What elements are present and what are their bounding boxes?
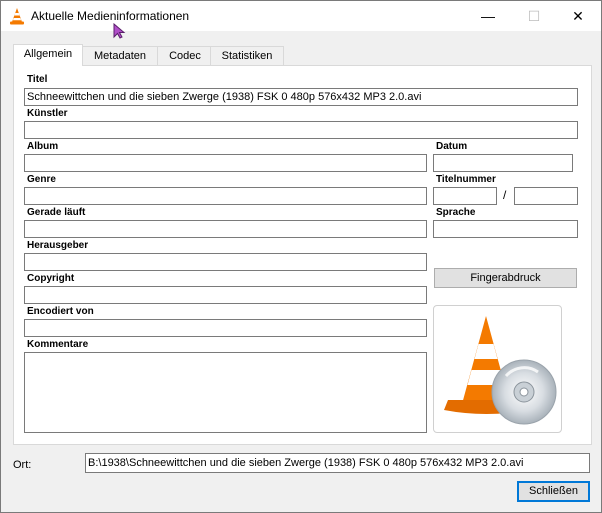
tab-codec-label: Codec [169,50,201,62]
album-label: Album [27,141,59,152]
encodiert-von-label: Encodiert von [27,306,94,317]
kommentare-label: Kommentare [27,339,89,350]
titelnummer-total-field[interactable] [514,187,578,205]
herausgeber-field[interactable] [24,253,427,271]
close-window-button[interactable]: ✕ [555,1,601,31]
mouse-cursor-icon [113,23,126,39]
maximize-button[interactable]: ☐ [511,1,557,31]
vlc-cone-icon [10,8,24,25]
encodiert-von-field[interactable] [24,319,427,337]
close-button-label: Schließen [529,485,578,497]
tab-metadaten-label: Metadaten [94,50,146,62]
tab-allgemein-label: Allgemein [23,48,73,60]
close-button[interactable]: Schließen [517,481,590,502]
fingerprint-button-label: Fingerabdruck [470,272,541,284]
album-art [433,305,562,433]
titel-label: Titel [27,74,48,85]
tab-allgemein[interactable]: Allgemein [13,44,83,66]
gerade-laeuft-field[interactable] [24,220,427,238]
tab-metadaten[interactable]: Metadaten [80,46,160,65]
genre-label: Genre [27,174,56,185]
kuenstler-field[interactable] [24,121,578,139]
datum-label: Datum [436,141,468,152]
titel-field[interactable]: Schneewittchen und die sieben Zwerge (19… [24,88,578,106]
titelnummer-field[interactable] [433,187,497,205]
tab-statistiken[interactable]: Statistiken [210,46,284,65]
genre-field[interactable] [24,187,427,205]
sprache-label: Sprache [436,207,476,218]
album-field[interactable] [24,154,427,172]
copyright-field[interactable] [24,286,427,304]
ort-field[interactable]: B:\1938\Schneewittchen und die sieben Zw… [85,453,590,473]
tab-statistiken-label: Statistiken [221,50,273,62]
kuenstler-label: Künstler [27,108,68,119]
sprache-field[interactable] [433,220,578,238]
vlc-cone-cd-icon [444,316,557,425]
window-title: Aktuelle Medieninformationen [31,9,190,23]
herausgeber-label: Herausgeber [27,240,89,251]
ort-label: Ort: [13,459,32,471]
titelnummer-label: Titelnummer [436,174,496,185]
fingerprint-button[interactable]: Fingerabdruck [434,268,577,288]
copyright-label: Copyright [27,273,75,284]
titelnummer-separator: / [503,188,507,202]
datum-field[interactable] [433,154,573,172]
gerade-laeuft-label: Gerade läuft [27,207,86,218]
media-info-window: Aktuelle Medieninformationen — ☐ ✕ Allge… [0,0,602,513]
title-bar[interactable]: Aktuelle Medieninformationen — ☐ ✕ [1,1,601,31]
tab-codec[interactable]: Codec [157,46,213,65]
minimize-button[interactable]: — [465,1,511,31]
kommentare-textarea[interactable] [24,352,427,433]
